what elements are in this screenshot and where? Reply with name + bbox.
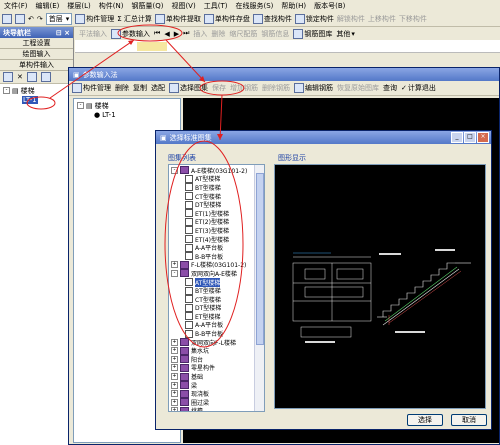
- arrow-head-icon: [128, 40, 134, 45]
- annotation-ellipse-param: [117, 24, 183, 42]
- annotation-ellipse-list: [164, 140, 244, 348]
- annotation-arrow-2: [165, 39, 206, 83]
- annotation-arrow-1: [49, 39, 135, 99]
- arrow-head-icon: [217, 134, 223, 140]
- annotation-overlay: [26, 24, 245, 348]
- annotation-ellipse-atlas: [199, 80, 245, 96]
- annotation-arrow-3: [219, 94, 223, 141]
- annotation-ellipse-tree: [26, 96, 56, 110]
